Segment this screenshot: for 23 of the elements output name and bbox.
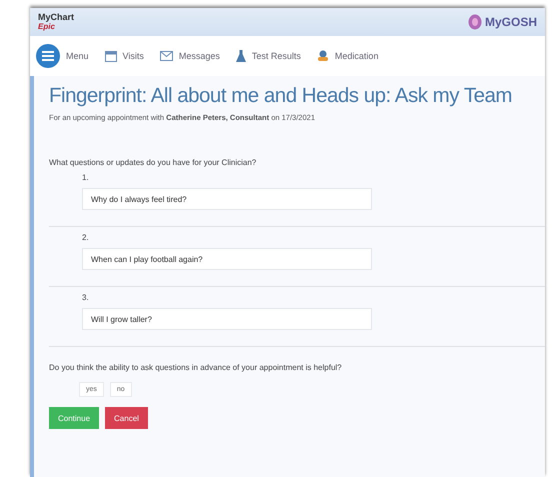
flask-icon bbox=[236, 50, 246, 62]
logo-text: MyChart bbox=[38, 13, 74, 22]
question-number: 3. bbox=[82, 293, 90, 302]
nav-item[interactable]: Menu bbox=[36, 44, 89, 68]
brand-logo-icon bbox=[468, 14, 482, 30]
menu-icon bbox=[36, 44, 60, 68]
nav-item[interactable]: Visits bbox=[104, 50, 144, 62]
logo-subtext: Epic bbox=[38, 22, 56, 31]
nav-item[interactable]: Test Results bbox=[236, 50, 301, 62]
question-number: 1. bbox=[82, 173, 90, 182]
calendar-icon bbox=[104, 50, 117, 62]
nav-item[interactable]: Messages bbox=[160, 51, 220, 61]
page-title: Fingerprint: All about me and Heads up: Ask my Team bbox=[49, 84, 513, 108]
question-number: 2. bbox=[82, 233, 90, 242]
envelope-icon bbox=[160, 51, 173, 61]
question-prompt: What questions or updates do you have for your Clinician? bbox=[49, 158, 258, 167]
feedback-prompt: Do you think the ability to ask questions in advance of your appointment is helpful? bbox=[49, 363, 343, 372]
nav-item[interactable]: Medication bbox=[316, 50, 378, 62]
question-field[interactable]: When can I play football again? bbox=[82, 248, 372, 270]
question-field[interactable]: Will I grow taller? bbox=[82, 308, 372, 330]
cancel-button[interactable]: Cancel bbox=[105, 407, 148, 429]
question-field[interactable]: Why do I always feel tired? bbox=[82, 188, 372, 210]
brand-name: MyGOSH bbox=[484, 15, 537, 29]
